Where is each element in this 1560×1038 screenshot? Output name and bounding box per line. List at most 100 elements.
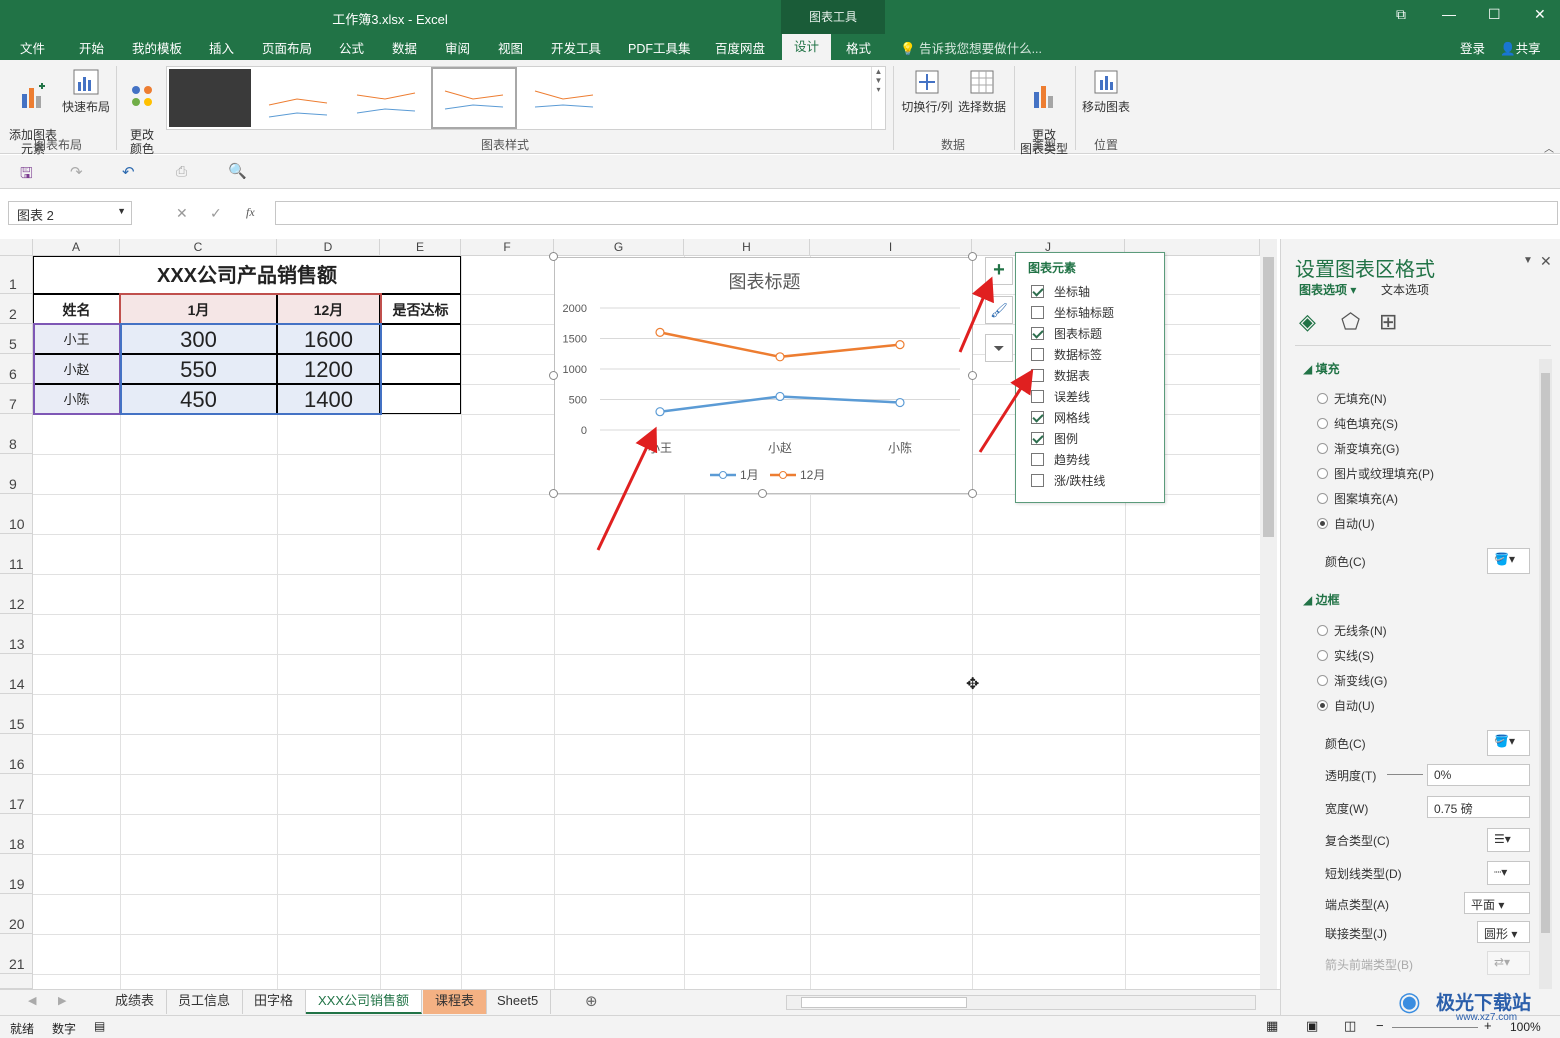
tab-review[interactable]: 审阅 (445, 38, 470, 57)
fill-color-picker[interactable]: 🪣▾ (1487, 548, 1530, 574)
radio-gradient-fill[interactable]: 渐变填充(G) (1317, 440, 1399, 457)
quick-layout-button[interactable]: 快速布局 (60, 68, 112, 114)
tab-design[interactable]: 设计 (782, 34, 832, 60)
sheet-tab[interactable]: 成绩表 (103, 990, 168, 1014)
gallery-scroll[interactable]: ▲ ▼ ▾ (871, 67, 885, 129)
sheet-tab[interactable]: Sheet5 (485, 990, 552, 1014)
scroll-thumb[interactable] (1263, 257, 1274, 537)
page-layout-view-icon[interactable]: ▣ (1306, 1018, 1318, 1034)
join-type-dropdown[interactable]: 圆形 ▾ (1477, 921, 1530, 943)
enter-icon[interactable]: ✓ (210, 205, 222, 222)
maximize-icon[interactable]: ☐ (1488, 6, 1501, 23)
radio-solid-fill[interactable]: 纯色填充(S) (1317, 415, 1398, 432)
pane-options-icon[interactable]: ▼ (1523, 255, 1533, 266)
chart-element-option[interactable]: 图例 (1031, 430, 1078, 447)
checkbox[interactable] (1031, 369, 1044, 382)
print-preview-icon[interactable]: ⎙ (176, 163, 187, 180)
resize-handle[interactable] (758, 489, 767, 498)
resize-handle[interactable] (968, 371, 977, 380)
select-all-corner[interactable] (0, 239, 33, 256)
pane-close-icon[interactable]: ✕ (1540, 253, 1552, 270)
formula-input[interactable] (275, 201, 1558, 225)
share-button[interactable]: 👤共享 (1500, 38, 1541, 57)
size-properties-icon[interactable]: ⊞ (1379, 309, 1397, 335)
column-header[interactable]: G (554, 239, 684, 256)
minimize-icon[interactable]: — (1442, 6, 1456, 22)
row-header[interactable]: 20 (0, 894, 33, 934)
checkbox[interactable] (1031, 285, 1044, 298)
select-data-button[interactable]: 选择数据 (956, 68, 1008, 114)
section-fill[interactable]: ◢ 填充 (1303, 360, 1340, 377)
row-header[interactable]: 5 (0, 324, 33, 354)
row-header[interactable]: 11 (0, 534, 33, 574)
row-header[interactable]: 9 (0, 454, 33, 494)
resize-handle[interactable] (549, 252, 558, 261)
resize-handle[interactable] (968, 252, 977, 261)
tab-templates[interactable]: 我的模板 (132, 38, 182, 57)
row-header[interactable]: 2 (0, 294, 33, 324)
row-header[interactable]: 8 (0, 414, 33, 454)
chart-elements-button[interactable]: + (985, 257, 1013, 285)
sheet-tab[interactable]: 田字格 (242, 990, 307, 1014)
checkbox[interactable] (1031, 327, 1044, 340)
chart-element-option[interactable]: 数据标签 (1031, 346, 1102, 363)
chart-filters-button[interactable]: ⏷ (985, 334, 1013, 362)
row-header[interactable] (0, 974, 33, 989)
chart-element-option[interactable]: 趋势线 (1031, 451, 1090, 468)
tab-scroll-right-icon[interactable]: ▶ (58, 994, 66, 1007)
line-color-picker[interactable]: 🪣▾ (1487, 730, 1530, 756)
row-header[interactable]: 14 (0, 654, 33, 694)
cancel-icon[interactable]: ✕ (176, 205, 188, 222)
row-header[interactable]: 10 (0, 494, 33, 534)
width-input[interactable]: 0.75 磅 (1427, 796, 1530, 818)
row-header[interactable]: 12 (0, 574, 33, 614)
tab-file[interactable]: 文件 (20, 38, 45, 57)
fill-line-icon[interactable]: ◈ (1299, 309, 1316, 335)
transparency-input[interactable]: 0% (1427, 764, 1530, 786)
close-icon[interactable]: ✕ (1534, 6, 1546, 23)
tab-page-layout[interactable]: 页面布局 (262, 38, 312, 57)
chart-element-option[interactable]: 网格线 (1031, 409, 1090, 426)
change-colors-button[interactable]: 更改 颜色 (120, 68, 164, 156)
zoom-in-icon[interactable]: + (1484, 1018, 1492, 1033)
chart-element-option[interactable]: 误差线 (1031, 388, 1090, 405)
function-icon[interactable]: fx (246, 205, 255, 220)
checkbox[interactable] (1031, 306, 1044, 319)
zoom-slider[interactable] (1392, 1027, 1478, 1028)
macro-record-icon[interactable]: ▤ (94, 1019, 105, 1033)
ribbon-display-icon[interactable]: ⧉ (1396, 6, 1406, 23)
column-header[interactable]: C (120, 239, 277, 256)
sheet-tab-active[interactable]: XXX公司销售额 (306, 990, 423, 1014)
transparency-slider[interactable] (1387, 774, 1423, 775)
chart-element-option[interactable]: 图表标题 (1031, 325, 1102, 342)
tab-developer[interactable]: 开发工具 (551, 38, 601, 57)
chart-styles-button[interactable]: 🖌 (985, 296, 1013, 324)
column-header[interactable]: I (810, 239, 972, 256)
tab-chart-options[interactable]: 图表选项 ▾ (1299, 281, 1356, 298)
collapse-ribbon-icon[interactable]: ︿ (1544, 140, 1554, 155)
tab-home[interactable]: 开始 (79, 38, 104, 57)
zoom-level[interactable]: 100% (1510, 1020, 1541, 1034)
radio-auto-fill[interactable]: 自动(U) (1317, 515, 1375, 532)
column-header[interactable]: H (684, 239, 810, 256)
name-box[interactable]: 图表 2 ▼ (8, 201, 132, 225)
chart-element-option[interactable]: 坐标轴标题 (1031, 304, 1114, 321)
tab-text-options[interactable]: 文本选项 (1381, 281, 1429, 298)
undo-icon[interactable]: ↶ (122, 163, 135, 181)
chart-style-4-selected[interactable] (431, 67, 517, 129)
chart-plot-area[interactable]: 0 500 1000 1500 2000 小王 小赵 小陈 1月 12月 (555, 258, 974, 495)
checkbox[interactable] (1031, 453, 1044, 466)
chart-element-option[interactable]: 涨/跌柱线 (1031, 472, 1105, 489)
redo-icon[interactable]: ↷ (70, 163, 83, 181)
row-header[interactable]: 16 (0, 734, 33, 774)
tab-baidu[interactable]: 百度网盘 (715, 38, 765, 57)
chart-style-3[interactable] (345, 69, 427, 127)
sheet-tab[interactable]: 课程表 (423, 990, 488, 1014)
chart-style-1[interactable] (169, 69, 251, 127)
radio-no-fill[interactable]: 无填充(N) (1317, 390, 1387, 407)
tab-format[interactable]: 格式 (846, 38, 871, 57)
zoom-preview-icon[interactable]: 🔍 (228, 162, 247, 180)
row-header[interactable]: 17 (0, 774, 33, 814)
arrow-begin-dropdown[interactable]: ⇄▾ (1487, 951, 1530, 975)
page-break-view-icon[interactable]: ◫ (1344, 1018, 1356, 1034)
